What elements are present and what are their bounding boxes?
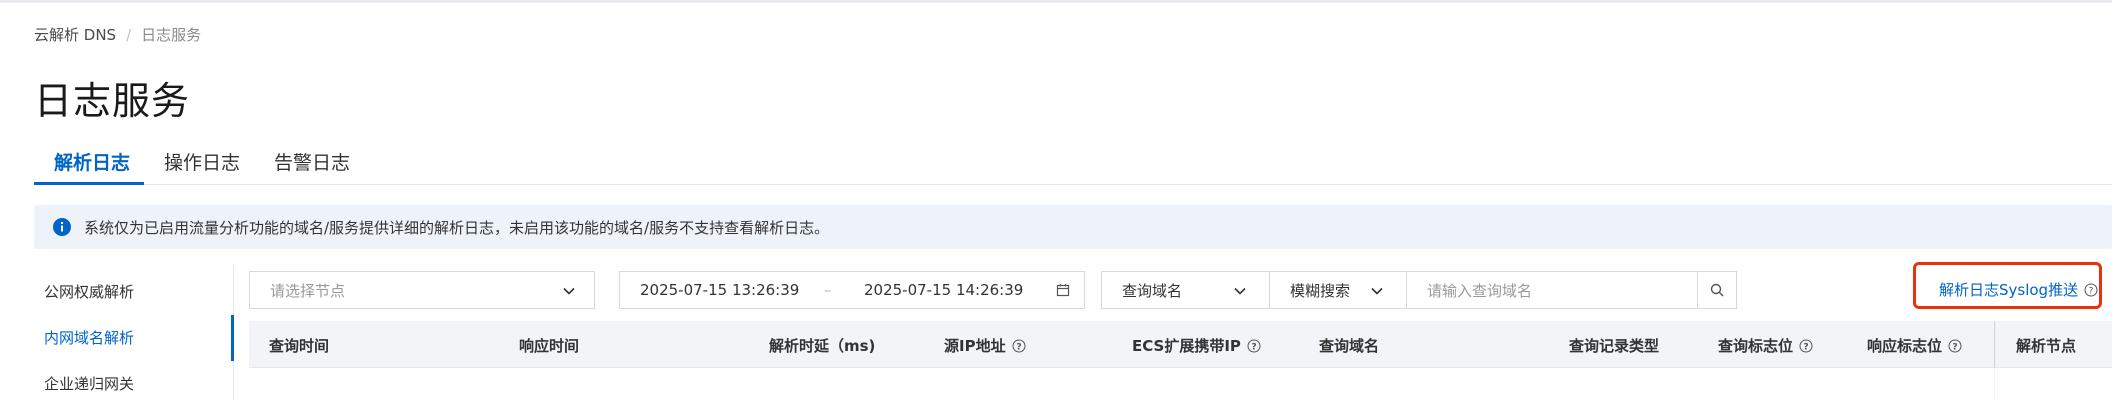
chevron-down-icon xyxy=(1234,287,1246,295)
column-ecs-ip: ECS扩展携带IP ? xyxy=(1132,335,1261,356)
page-title: 日志服务 xyxy=(34,79,191,123)
match-mode-select[interactable]: 模糊搜索 xyxy=(1269,271,1407,309)
tab-alert-log[interactable]: 告警日志 xyxy=(274,148,350,175)
syslog-push-label: 解析日志Syslog推送 xyxy=(1939,281,2079,299)
sidebar-item-public-authoritative[interactable]: 公网权威解析 xyxy=(44,281,134,302)
info-circle-icon xyxy=(53,218,71,236)
column-query-time: 查询时间 xyxy=(269,335,329,356)
sidebar-item-enterprise-gateway[interactable]: 企业递归网关 xyxy=(44,373,134,394)
top-border xyxy=(0,0,2112,3)
help-circle-icon[interactable]: ? xyxy=(1012,339,1026,353)
node-select[interactable]: 请选择节点 xyxy=(249,271,595,309)
svg-text:?: ? xyxy=(1251,342,1256,352)
search-input-placeholder: 请输入查询域名 xyxy=(1427,281,1533,300)
node-select-placeholder: 请选择节点 xyxy=(270,281,346,300)
column-query-domain: 查询域名 xyxy=(1319,335,1379,356)
log-table-header: 查询时间 响应时间 解析时延（ms) 源IP地址 ? ECS扩展携带IP ? 查… xyxy=(249,321,2112,368)
sidebar: 公网权威解析 内网域名解析 企业递归网关 xyxy=(34,265,234,400)
tab-resolution-log[interactable]: 解析日志 xyxy=(54,148,130,175)
chevron-down-icon xyxy=(1371,287,1383,295)
column-label: 源IP地址 xyxy=(944,337,1006,355)
column-label: 查询记录类型 xyxy=(1569,337,1660,355)
tab-bar: 解析日志 操作日志 告警日志 xyxy=(34,140,2112,185)
breadcrumb-current: 日志服务 xyxy=(141,26,202,44)
column-response-time: 响应时间 xyxy=(519,335,579,356)
breadcrumb-root-link[interactable]: 云解析 DNS xyxy=(34,24,116,45)
svg-text:?: ? xyxy=(1016,342,1021,352)
column-response-flags: 响应标志位 ? xyxy=(1867,335,1962,356)
column-label: 响应时间 xyxy=(519,337,580,355)
column-source-ip: 源IP地址 ? xyxy=(944,335,1026,356)
column-label: 查询域名 xyxy=(1319,337,1380,355)
breadcrumb: 云解析 DNS / 日志服务 xyxy=(34,24,201,45)
column-label: ECS扩展携带IP xyxy=(1132,337,1241,355)
sidebar-active-indicator xyxy=(231,315,234,361)
fixed-column-shadow xyxy=(1994,321,1996,400)
svg-text:?: ? xyxy=(1803,342,1808,352)
info-notice: 系统仅为已启用流量分析功能的域名/服务提供详细的解析日志，未启用该功能的域名/服… xyxy=(34,205,2112,249)
column-label: 响应标志位 xyxy=(1867,337,1943,355)
svg-text:?: ? xyxy=(1952,342,1957,352)
help-circle-icon[interactable]: ? xyxy=(1948,339,1962,353)
date-end[interactable]: 2025-07-15 14:26:39 xyxy=(864,281,1023,299)
column-label: 查询时间 xyxy=(269,337,330,355)
query-field-value: 查询域名 xyxy=(1122,281,1183,300)
tab-operation-log[interactable]: 操作日志 xyxy=(164,148,240,175)
calendar-icon xyxy=(1056,284,1070,297)
column-query-flags: 查询标志位 ? xyxy=(1718,335,1813,356)
svg-text:?: ? xyxy=(2089,286,2094,296)
help-circle-icon[interactable]: ? xyxy=(1799,339,1813,353)
notice-text: 系统仅为已启用流量分析功能的域名/服务提供详细的解析日志，未启用该功能的域名/服… xyxy=(84,219,830,237)
active-tab-indicator xyxy=(34,182,144,185)
column-record-type: 查询记录类型 xyxy=(1569,335,1659,356)
match-mode-value: 模糊搜索 xyxy=(1290,281,1351,300)
search-input[interactable]: 请输入查询域名 xyxy=(1406,271,1698,309)
column-label: 解析时延（ms) xyxy=(769,337,876,355)
column-label: 解析节点 xyxy=(2016,337,2077,355)
sidebar-item-private-zone[interactable]: 内网域名解析 xyxy=(44,327,134,348)
search-button[interactable] xyxy=(1697,271,1737,309)
column-resolution-node: 解析节点 xyxy=(2016,335,2076,356)
date-start[interactable]: 2025-07-15 13:26:39 xyxy=(640,281,799,299)
help-circle-icon[interactable]: ? xyxy=(1247,339,1261,353)
date-range-dash: – xyxy=(824,281,832,299)
query-field-select[interactable]: 查询域名 xyxy=(1101,271,1270,309)
column-resolution-latency: 解析时延（ms) xyxy=(769,335,875,356)
help-circle-icon[interactable]: ? xyxy=(2084,283,2098,297)
breadcrumb-separator: / xyxy=(126,25,132,44)
search-icon xyxy=(1710,283,1724,297)
date-range-picker[interactable]: 2025-07-15 13:26:39 – 2025-07-15 14:26:3… xyxy=(619,271,1085,309)
column-label: 查询标志位 xyxy=(1718,337,1794,355)
syslog-push-link[interactable]: 解析日志Syslog推送 ? xyxy=(1939,279,2098,300)
chevron-down-icon xyxy=(563,287,575,295)
